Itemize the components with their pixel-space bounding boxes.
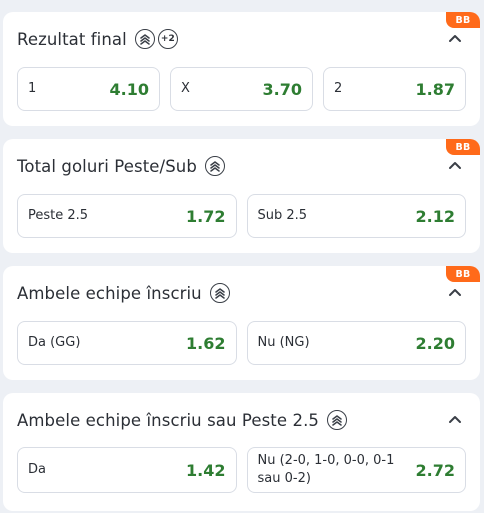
- chevron-up-icon[interactable]: [448, 33, 462, 43]
- odds-row: Da (GG) 1.62 Nu (NG) 2.20: [17, 321, 466, 365]
- market-title: Ambele echipe înscriu sau Peste 2.5: [17, 410, 320, 430]
- odd-value: 1.42: [186, 460, 226, 480]
- odd-label: Nu (2-0, 1-0, 0-0, 0-1 sau 0-2): [257, 453, 395, 486]
- odd-label: Peste 2.5: [28, 208, 89, 223]
- market-card-rezultat-final: Rezultat final +2 BB 1 4.10 X 3.70 2 1.8…: [3, 12, 480, 126]
- market-title: Total goluri Peste/Sub: [17, 156, 197, 176]
- odd-value: 4.10: [109, 79, 149, 99]
- chevron-up-icon[interactable]: [448, 160, 462, 170]
- odd-value: 1.87: [415, 79, 455, 99]
- bb-badge: BB: [446, 12, 480, 28]
- odd-button-peste[interactable]: Peste 2.5 1.72: [17, 194, 237, 238]
- chevron-up-icon[interactable]: [448, 287, 462, 297]
- odd-label: 1: [28, 81, 37, 96]
- market-title-wrap: Rezultat final +2: [17, 12, 178, 66]
- bb-badge: BB: [446, 266, 480, 282]
- stack-icon: [204, 156, 225, 176]
- odds-row: Da 1.42 Nu (2-0, 1-0, 0-0, 0-1 sau 0-2) …: [17, 447, 466, 493]
- market-card-ambele-echipe-peste: Ambele echipe înscriu sau Peste 2.5 Da 1…: [3, 393, 480, 511]
- stack-icon: [134, 29, 155, 49]
- odd-label: Da (GG): [28, 335, 81, 350]
- market-title-wrap: Total goluri Peste/Sub: [17, 139, 225, 193]
- market-header[interactable]: Total goluri Peste/Sub BB: [3, 139, 480, 193]
- market-header[interactable]: Rezultat final +2 BB: [3, 12, 480, 66]
- odds-row: Peste 2.5 1.72 Sub 2.5 2.12: [17, 194, 466, 238]
- odd-value: 2.72: [415, 460, 455, 480]
- odd-button-da[interactable]: Da 1.42: [17, 447, 237, 493]
- odd-label: Sub 2.5: [257, 208, 308, 223]
- odd-button-x[interactable]: X 3.70: [170, 67, 313, 111]
- odd-button-nu-ng[interactable]: Nu (NG) 2.20: [246, 321, 466, 365]
- odd-button-sub[interactable]: Sub 2.5 2.12: [246, 194, 466, 238]
- odds-row: 1 4.10 X 3.70 2 1.87: [17, 67, 466, 111]
- odd-button-2[interactable]: 2 1.87: [323, 67, 466, 111]
- odd-value: 1.62: [186, 333, 226, 353]
- market-header[interactable]: Ambele echipe înscriu sau Peste 2.5: [3, 393, 480, 447]
- odd-button-da-gg[interactable]: Da (GG) 1.62: [17, 321, 237, 365]
- market-header[interactable]: Ambele echipe înscriu BB: [3, 266, 480, 320]
- odd-label: 2: [334, 81, 343, 96]
- odd-value: 2.12: [415, 206, 455, 226]
- market-card-ambele-echipe: Ambele echipe înscriu BB Da (GG) 1.62 Nu…: [3, 266, 480, 380]
- stack-icon: [327, 410, 348, 430]
- market-title: Ambele echipe înscriu: [17, 283, 202, 303]
- odd-label: Da: [28, 462, 46, 477]
- odd-button-nu[interactable]: Nu (2-0, 1-0, 0-0, 0-1 sau 0-2) 2.72: [246, 447, 466, 493]
- market-title-wrap: Ambele echipe înscriu sau Peste 2.5: [17, 393, 348, 447]
- bb-badge: BB: [446, 139, 480, 155]
- stack-icon: [209, 283, 230, 303]
- odd-value: 1.72: [186, 206, 226, 226]
- market-card-total-goluri: Total goluri Peste/Sub BB Peste 2.5 1.72…: [3, 139, 480, 253]
- market-title-wrap: Ambele echipe înscriu: [17, 266, 230, 320]
- odd-value: 2.20: [415, 333, 455, 353]
- market-title: Rezultat final: [17, 29, 127, 49]
- odd-label: Nu (NG): [257, 335, 310, 350]
- odd-value: 3.70: [262, 79, 302, 99]
- chevron-up-icon[interactable]: [448, 414, 462, 424]
- extra-markets-badge[interactable]: +2: [157, 29, 178, 49]
- odd-label: X: [181, 81, 190, 96]
- odd-button-1[interactable]: 1 4.10: [17, 67, 160, 111]
